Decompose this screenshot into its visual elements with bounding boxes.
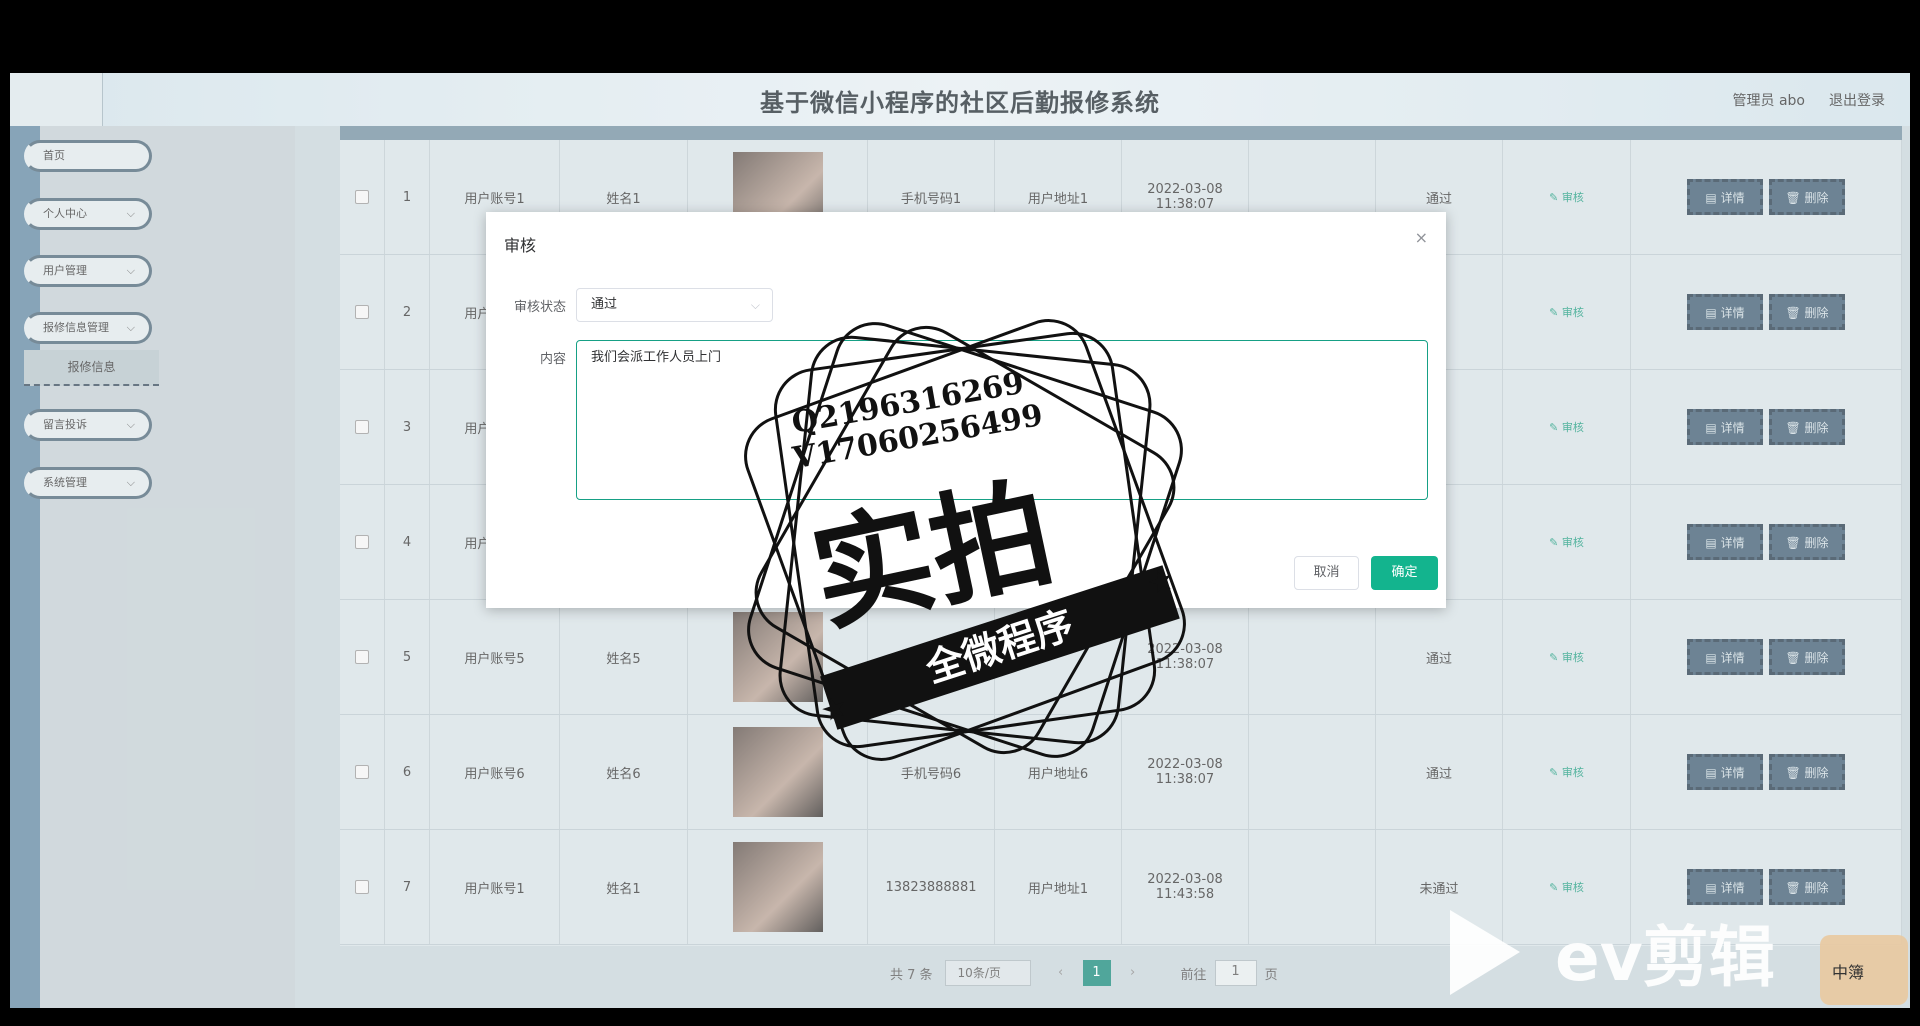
watermark-stamp: Q2196316269 V17060256499 实拍 全微程序 ★ ★ — [744, 319, 1186, 761]
dialog-title: 审核 — [504, 236, 537, 255]
ev-brand-text: ev剪辑 — [1555, 919, 1775, 996]
status-label: 审核状态 — [513, 300, 566, 315]
cancel-button[interactable]: 取消 — [1294, 556, 1359, 590]
play-icon — [1450, 910, 1520, 995]
content-label: 内容 — [539, 352, 566, 367]
confirm-button[interactable]: 确定 — [1371, 556, 1438, 590]
status-select-value: 通过 — [591, 297, 618, 312]
ev-watermark: ev剪辑 中簿 — [1450, 910, 1908, 1005]
close-icon[interactable]: × — [1415, 228, 1428, 247]
ev-small-text: 中簿 — [1832, 963, 1864, 982]
